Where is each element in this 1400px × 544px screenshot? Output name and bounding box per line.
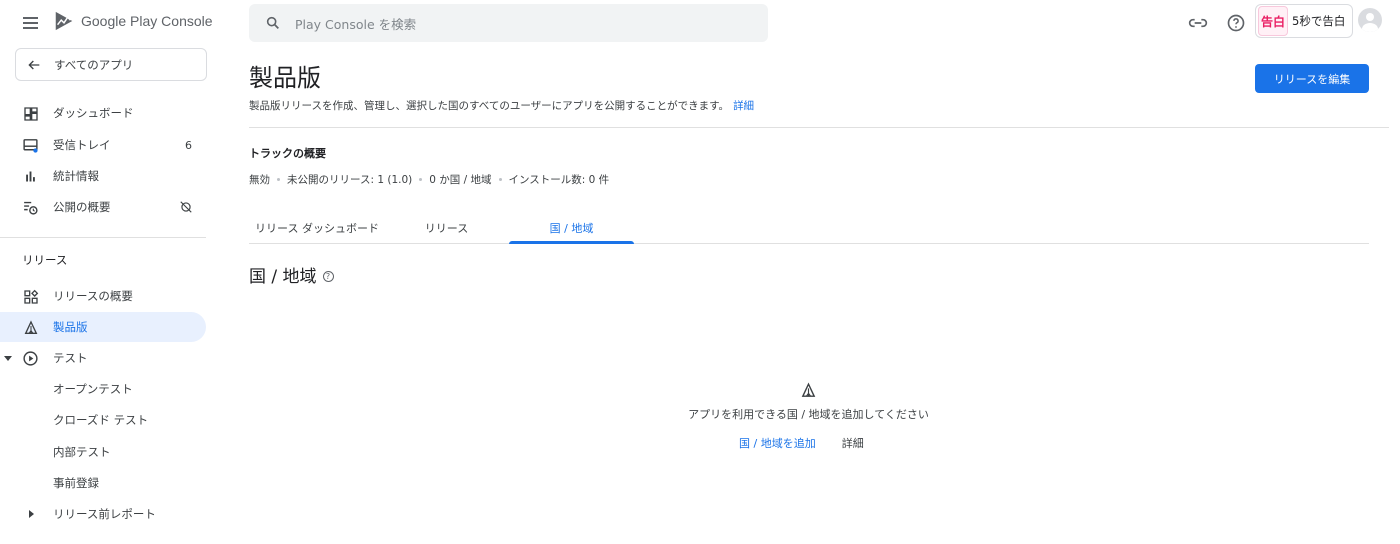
sidebar-section-release: リリース (22, 253, 68, 267)
logo-text-console: Console (161, 13, 213, 29)
sidebar-item-testing[interactable]: テスト (0, 343, 206, 373)
tab-countries-regions[interactable]: 国 / 地域 (509, 212, 634, 244)
search-bar[interactable]: Play Console を検索 (249, 4, 768, 42)
sidebar-item-inbox[interactable]: 受信トレイ 6 (0, 130, 206, 160)
track-countries: 0 か国 / 地域 (429, 174, 492, 186)
search-placeholder: Play Console を検索 (295, 16, 417, 32)
details-link[interactable]: 詳細 (842, 435, 864, 451)
inbox-count-badge: 6 (185, 138, 192, 152)
expand-caret-icon[interactable] (4, 356, 12, 361)
all-apps-label: すべてのアプリ (54, 57, 134, 72)
empty-state-message: アプリを利用できる国 / 地域を追加してください (688, 408, 929, 421)
sidebar-item-label: テスト (53, 351, 88, 365)
separator-dot (498, 178, 502, 181)
tab-releases[interactable]: リリース (409, 212, 484, 243)
separator-dot (419, 178, 423, 181)
sidebar-item-closed-testing[interactable]: クローズド テスト (0, 405, 206, 435)
sidebar-item-label: 内部テスト (53, 445, 111, 459)
help-icon-glyph (1227, 14, 1245, 32)
track-summary-title: トラックの概要 (249, 147, 326, 160)
app-name: 5秒で告白 (1292, 14, 1346, 28)
track-summary-meta: 無効 未公開のリリース: 1 (1.0) 0 か国 / 地域 インストール数: … (249, 172, 609, 187)
app-thumbnail: 告白 (1258, 6, 1288, 36)
separator-dot (277, 178, 280, 181)
sidebar-item-statistics[interactable]: 統計情報 (0, 161, 206, 191)
sidebar-item-publishing-overview[interactable]: 公開の概要 (0, 192, 206, 222)
play-console-logo[interactable]: Google Play Console (53, 10, 213, 32)
releases-overview-icon (22, 288, 39, 305)
bar-chart-icon (22, 168, 39, 185)
sidebar-item-dashboard[interactable]: ダッシュボード (0, 98, 206, 128)
tab-release-dashboard[interactable]: リリース ダッシュボード (249, 212, 385, 243)
sidebar-item-pre-registration[interactable]: 事前登録 (0, 468, 206, 498)
managed-publishing-off-icon (179, 200, 193, 217)
sidebar-item-label: クローズド テスト (53, 413, 149, 427)
sidebar-item-pre-launch-report[interactable]: リリース前レポート (0, 499, 206, 529)
page-description: 製品版リリースを作成、管理し、選択した国のすべてのユーザーにアプリを公開すること… (249, 98, 754, 113)
menu-line (23, 17, 38, 19)
sidebar-item-label: ダッシュボード (53, 106, 134, 120)
sidebar-item-internal-testing[interactable]: 内部テスト (0, 437, 206, 467)
track-unpublished-release: 未公開のリリース: 1 (1.0) (287, 174, 413, 186)
all-apps-button[interactable]: すべてのアプリ (15, 48, 207, 81)
sidebar-item-label: リリース前レポート (53, 507, 156, 521)
publishing-schedule-icon (22, 199, 39, 216)
menu-line (23, 27, 38, 29)
testing-icon (22, 350, 39, 367)
sidebar-item-production[interactable]: 製品版 (0, 312, 206, 342)
sidebar-divider (0, 237, 206, 238)
page-title: 製品版 (249, 64, 321, 92)
inbox-icon (22, 137, 39, 154)
link-icon-glyph (1188, 18, 1208, 28)
help-icon[interactable]: ? (322, 271, 334, 282)
edit-release-button[interactable]: リリースを編集 (1255, 64, 1369, 93)
sidebar-item-label: リリースの概要 (53, 289, 133, 303)
section-title-text: 国 / 地域 (249, 267, 317, 287)
help-icon[interactable] (1225, 12, 1247, 34)
app-selector[interactable]: 告白 5秒で告白 (1255, 4, 1353, 38)
sidebar-item-label: 事前登録 (53, 476, 99, 490)
main-menu-button[interactable] (20, 12, 42, 34)
header-divider (249, 127, 1389, 128)
learn-more-link[interactable]: 詳細 (733, 100, 754, 112)
menu-line (23, 22, 38, 24)
track-installs: インストール数: 0 件 (508, 174, 610, 186)
sidebar-item-label: オープンテスト (53, 382, 133, 396)
sidebar-item-label: 製品版 (53, 320, 88, 334)
expand-caret-icon[interactable] (29, 510, 34, 518)
dashboard-icon (22, 105, 39, 122)
logo-text-google: Google Play (81, 13, 158, 29)
logo-text: Google Play Console (81, 13, 213, 29)
sidebar-item-label: 統計情報 (53, 169, 99, 183)
page-description-text: 製品版リリースを作成、管理し、選択した国のすべてのユーザーにアプリを公開すること… (249, 100, 730, 112)
play-console-logo-icon (55, 11, 73, 31)
arrow-back-icon (28, 60, 40, 69)
sidebar-item-open-testing[interactable]: オープンテスト (0, 374, 206, 404)
sidebar-item-releases-overview[interactable]: リリースの概要 (0, 281, 206, 311)
search-icon (266, 16, 279, 29)
sidebar-item-label: 受信トレイ (53, 138, 111, 152)
link-icon[interactable] (1187, 12, 1209, 34)
empty-state-actions: 国 / 地域を追加 詳細 (739, 435, 864, 451)
production-icon (801, 382, 816, 397)
production-icon (22, 319, 39, 336)
add-countries-link[interactable]: 国 / 地域を追加 (739, 435, 816, 451)
track-tabs: リリース ダッシュボード リリース 国 / 地域 (249, 212, 1369, 244)
section-title: 国 / 地域 ? (249, 262, 334, 287)
sidebar-item-label: 公開の概要 (53, 200, 111, 214)
track-status: 無効 (249, 174, 270, 186)
account-avatar[interactable] (1358, 8, 1382, 32)
